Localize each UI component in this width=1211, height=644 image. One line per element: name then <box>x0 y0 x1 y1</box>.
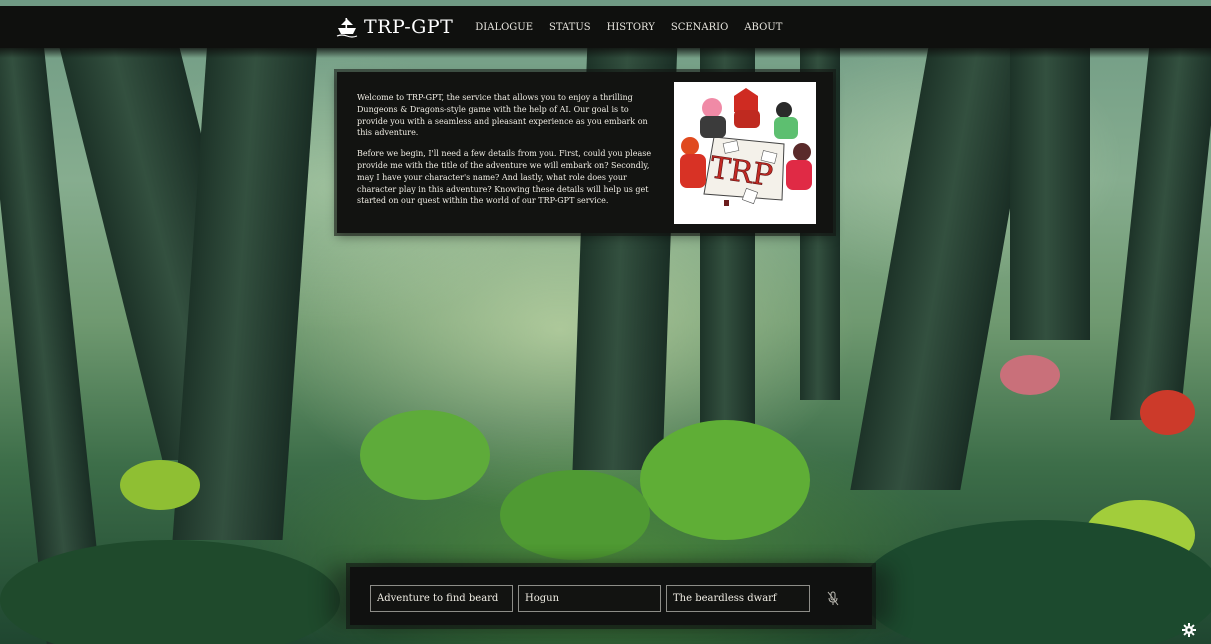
nav-about[interactable]: ABOUT <box>744 22 782 33</box>
nav-dialogue[interactable]: DIALOGUE <box>475 22 533 33</box>
brand-link[interactable]: TRP-GPT <box>336 16 453 38</box>
welcome-panel: Welcome to TRP-GPT, the service that all… <box>337 72 833 233</box>
welcome-paragraph: Before we begin, I'll need a few details… <box>357 149 652 206</box>
character-role-input[interactable] <box>666 585 810 612</box>
character-name-input[interactable] <box>518 585 661 612</box>
nav: TRP-GPT DIALOGUE STATUS HISTORY SCENARIO… <box>336 12 790 42</box>
gear-icon[interactable] <box>1182 623 1196 637</box>
trp-illustration: TRP <box>674 82 816 224</box>
ship-icon <box>336 18 358 38</box>
welcome-message: Welcome to TRP-GPT, the service that all… <box>357 92 657 216</box>
top-navigation-bar: TRP-GPT DIALOGUE STATUS HISTORY SCENARIO… <box>0 6 1211 58</box>
adventure-title-input[interactable] <box>370 585 513 612</box>
welcome-paragraph: Welcome to TRP-GPT, the service that all… <box>357 93 648 138</box>
microphone-muted-icon[interactable] <box>826 591 840 607</box>
character-input-bar <box>350 567 872 625</box>
nav-scenario[interactable]: SCENARIO <box>671 22 728 33</box>
brand-title: TRP-GPT <box>364 16 454 38</box>
nav-history[interactable]: HISTORY <box>607 22 655 33</box>
nav-status[interactable]: STATUS <box>549 22 591 33</box>
